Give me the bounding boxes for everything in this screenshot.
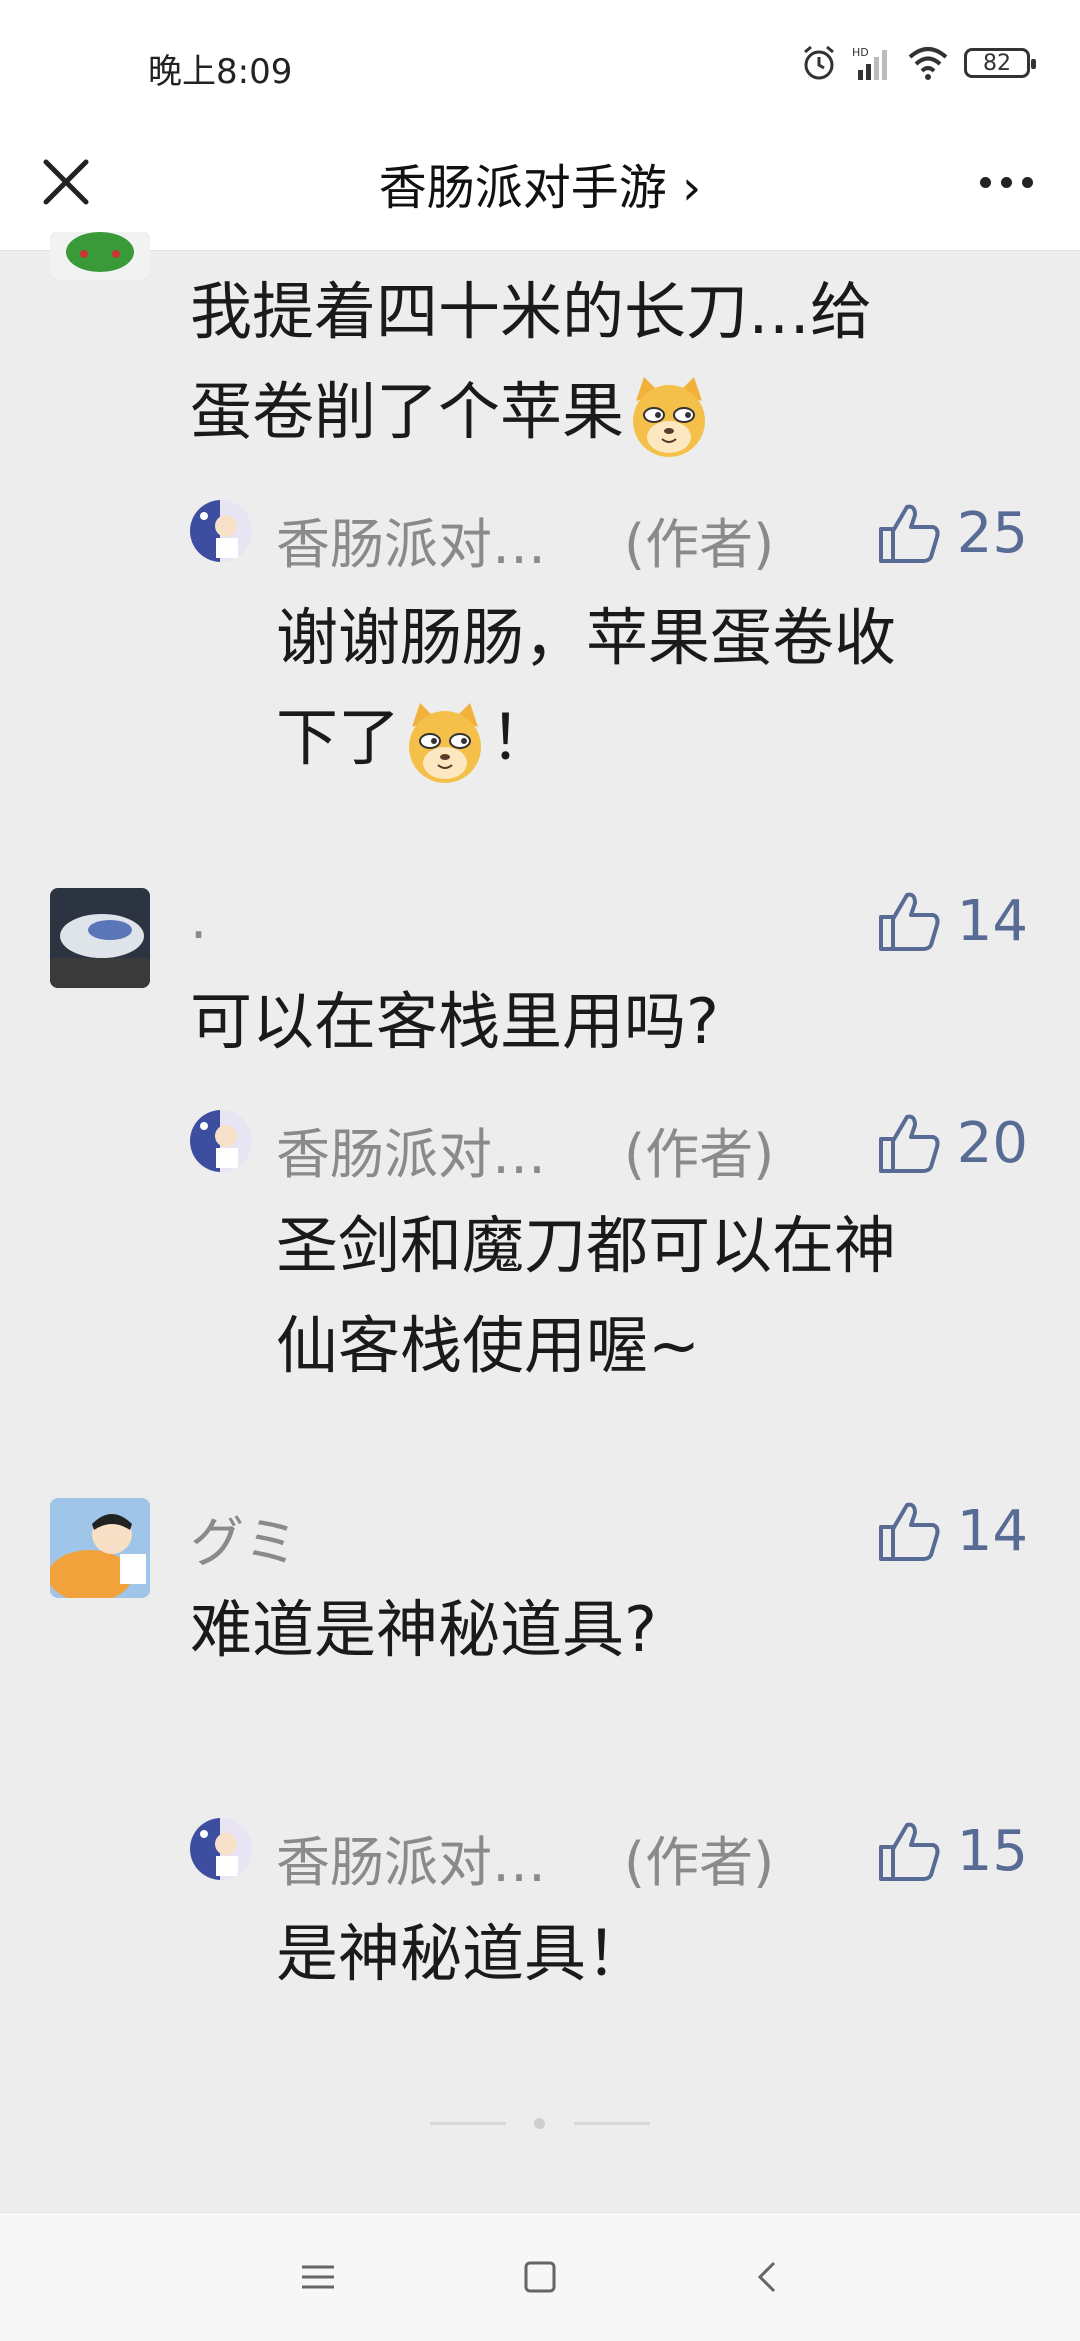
author-name[interactable]: 香肠派对… <box>276 1110 546 1189</box>
wifi-icon <box>908 47 948 80</box>
battery-level: 82 <box>983 50 1011 76</box>
avatar[interactable] <box>50 888 150 988</box>
like-count: 14 <box>956 888 1028 954</box>
avatar[interactable] <box>50 1498 150 1598</box>
author-avatar[interactable] <box>190 1110 252 1172</box>
home-icon[interactable] <box>510 2247 570 2307</box>
like-count: 14 <box>956 1498 1028 1564</box>
author-tag: (作者) <box>624 1123 775 1186</box>
author-name[interactable]: 香肠派对… <box>276 500 546 579</box>
reply-line: 仙客栈使用喔~ <box>276 1309 700 1382</box>
title-bar: 香肠派对手游 › <box>0 122 1080 251</box>
reply-text: 圣剑和魔刀都可以在神 仙客栈使用喔~ <box>276 1196 1016 1396</box>
reply-text: 谢谢肠肠，苹果蛋卷收 下了 ！ <box>276 588 1016 788</box>
doge-emoji-icon <box>409 702 482 783</box>
thumbs-up-icon <box>878 504 940 563</box>
status-time: 晚上8:09 <box>148 52 293 92</box>
comment-line: 蛋卷削了个苹果 <box>190 362 1020 462</box>
author-tag: (作者) <box>624 513 775 576</box>
more-icon[interactable] <box>966 150 1046 214</box>
like-button[interactable]: 25 <box>875 498 1028 568</box>
thumbs-up-icon <box>878 892 940 951</box>
doge-emoji-icon <box>633 376 706 457</box>
user-name[interactable]: グミ <box>190 1498 298 1577</box>
comment-line: 我提着四十米的长刀…给 <box>190 275 873 348</box>
svg-text:HD: HD <box>852 46 869 59</box>
alarm-icon <box>804 45 834 80</box>
like-count: 25 <box>956 500 1028 566</box>
reply-line: 圣剑和魔刀都可以在神 <box>276 1209 897 1282</box>
comment-text: 可以在客栈里用吗? <box>190 985 719 1058</box>
comment-text: 我提着四十米的长刀…给 蛋卷削了个苹果 <box>190 262 1020 462</box>
reply-line: 下了 ！ <box>276 688 1016 788</box>
author-avatar[interactable] <box>190 1818 252 1880</box>
author-avatar[interactable] <box>190 500 252 562</box>
reply-line: 谢谢肠肠，苹果蛋卷收 <box>276 601 897 674</box>
like-button[interactable]: 14 <box>875 886 1028 956</box>
comment-text: 难道是神秘道具? <box>190 1593 657 1666</box>
signal-icon: HD <box>852 46 887 80</box>
like-button[interactable]: 14 <box>875 1496 1028 1566</box>
battery-icon: 82 <box>964 48 1036 78</box>
page-title[interactable]: 香肠派对手游 › <box>0 148 1080 218</box>
user-name[interactable]: . <box>190 888 207 951</box>
thumbs-up-icon <box>878 1114 940 1173</box>
system-nav-bar <box>0 2212 1080 2341</box>
like-count: 15 <box>956 1818 1028 1884</box>
like-count: 20 <box>956 1110 1028 1176</box>
status-icons: HD 82 <box>800 40 1036 86</box>
avatar[interactable] <box>50 232 150 280</box>
author-name[interactable]: 香肠派对… <box>276 1818 546 1897</box>
menu-icon[interactable] <box>288 2247 348 2307</box>
thumbs-up-icon <box>878 1502 940 1561</box>
end-of-list-indicator <box>430 2116 650 2130</box>
like-button[interactable]: 20 <box>875 1108 1028 1178</box>
thumbs-up-icon <box>878 1822 940 1881</box>
back-icon[interactable] <box>738 2247 798 2307</box>
status-bar: 晚上8:09 HD 82 <box>0 0 1080 122</box>
author-tag: (作者) <box>624 1831 775 1894</box>
like-button[interactable]: 15 <box>875 1816 1028 1886</box>
reply-text: 是神秘道具！ <box>276 1917 649 1990</box>
